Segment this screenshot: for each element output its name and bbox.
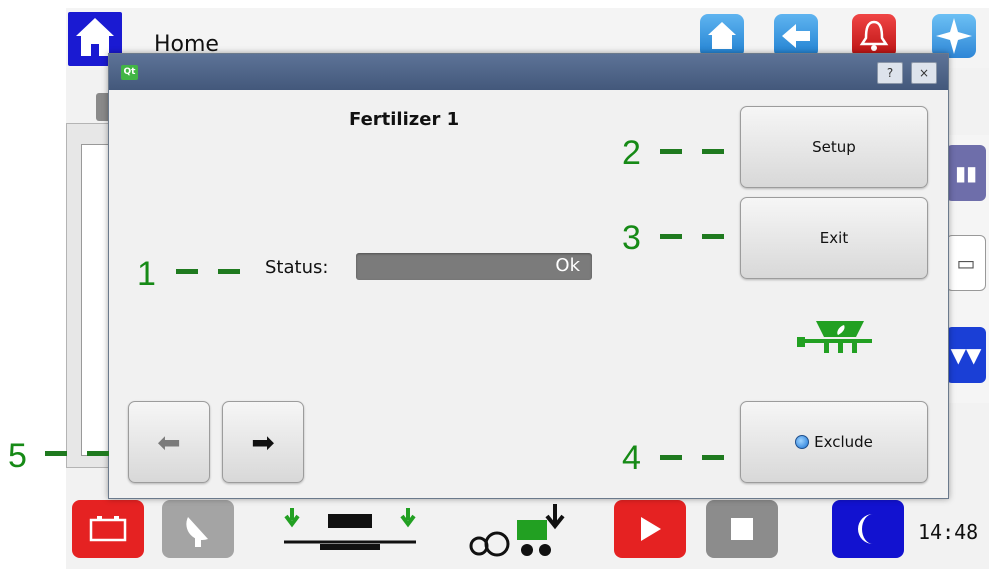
arrow-right-icon: ➡ (251, 425, 275, 459)
implement-button[interactable]: ▼▼ (946, 327, 986, 383)
setup-button[interactable]: Setup (740, 106, 928, 188)
play-icon (641, 517, 661, 541)
clock: 14:48 (918, 520, 979, 544)
fertilizer-implement-icon (797, 321, 872, 353)
night-mode-button[interactable] (832, 500, 904, 558)
home-button[interactable] (700, 14, 744, 58)
exclude-button[interactable]: Exclude (740, 401, 928, 483)
callout-3: 3 (622, 219, 641, 257)
bar-chart-icon: ▮▮ (954, 161, 977, 185)
bottom-bar: 14:48 (66, 496, 989, 569)
callout-1-dash (218, 269, 240, 274)
callout-2-dash (702, 149, 724, 154)
battery-icon (89, 516, 127, 542)
callout-4: 4 (622, 439, 641, 477)
home-icon (708, 22, 736, 49)
back-arrow-icon (782, 24, 810, 48)
callout-2-dash (660, 149, 682, 154)
arrow-left-icon: ⬅ (157, 425, 181, 459)
fertilizer-dialog: Qt ? × Fertilizer 1 Status: Ok Setup Exi… (108, 53, 949, 499)
close-button[interactable]: × (911, 62, 937, 84)
status-field: Ok (356, 253, 592, 280)
navigation-button[interactable] (932, 14, 976, 58)
satellite-dish-icon (186, 517, 208, 547)
next-button[interactable]: ➡ (222, 401, 304, 483)
callout-2: 2 (622, 134, 641, 172)
callout-3-dash (702, 234, 724, 239)
exit-button[interactable]: Exit (740, 197, 928, 279)
callout-1-dash (176, 269, 198, 274)
status-label: Status: (265, 257, 329, 278)
qt-logo-icon: Qt (121, 65, 138, 80)
monitor-icon: ▭ (956, 251, 976, 275)
stop-button[interactable] (706, 500, 778, 558)
statistics-button[interactable]: ▮▮ (946, 145, 986, 201)
play-button[interactable] (614, 500, 686, 558)
tractor-button[interactable] (456, 496, 576, 564)
night-mode-icon (858, 514, 873, 544)
previous-button[interactable]: ⬅ (128, 401, 210, 483)
alarm-button[interactable] (852, 14, 896, 58)
callout-5: 5 (8, 437, 27, 475)
monitor-button[interactable]: ▭ (946, 235, 986, 291)
dialog-heading: Fertilizer 1 (349, 109, 460, 130)
radio-indicator-icon (795, 435, 810, 449)
gps-button[interactable] (162, 500, 234, 558)
stop-icon (731, 518, 753, 540)
implement-icon: ▼▼ (950, 343, 982, 367)
callout-1: 1 (137, 255, 156, 293)
callout-4-dash (702, 455, 724, 460)
callout-5-dash (87, 451, 109, 456)
setup-button-label: Setup (812, 138, 856, 156)
seeder-icon (284, 508, 416, 550)
back-button[interactable] (774, 14, 818, 58)
callout-3-dash (660, 234, 682, 239)
battery-button[interactable] (72, 500, 144, 558)
seeder-button[interactable] (280, 496, 420, 564)
tractor-icon (469, 504, 565, 557)
help-button[interactable]: ? (877, 62, 903, 84)
dialog-title-bar: Qt ? × (109, 54, 948, 90)
alarm-bell-icon (859, 20, 889, 51)
status-value: Ok (555, 255, 580, 276)
compass-icon (936, 18, 972, 54)
callout-4-dash (660, 455, 682, 460)
callout-5-dash (45, 451, 67, 456)
exclude-button-label: Exclude (814, 433, 873, 451)
exit-button-label: Exit (819, 229, 849, 247)
